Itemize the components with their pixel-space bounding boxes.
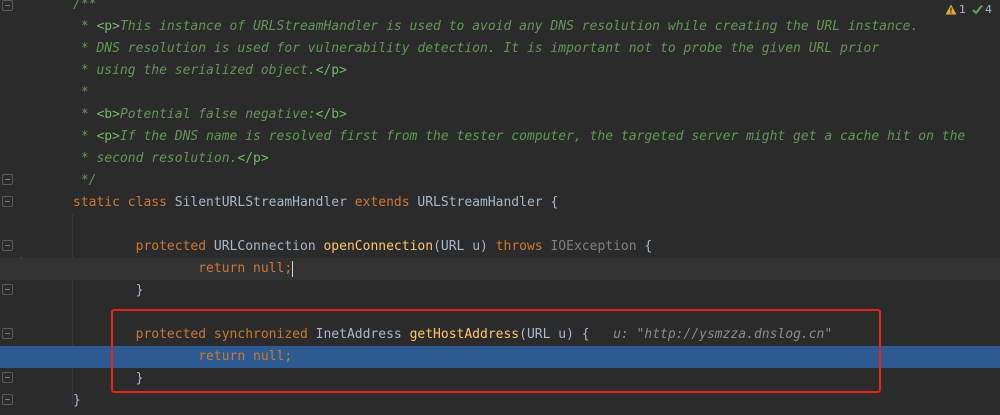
code-line[interactable]: * [0, 82, 1000, 104]
code-token: * [73, 107, 97, 122]
code-token: Potential false negative: [119, 107, 316, 122]
code-text: */ [73, 170, 97, 192]
code-line[interactable]: * using the serialized object.</p> [0, 60, 1000, 82]
code-text: } [73, 390, 81, 412]
code-token: SilentURLStreamHandler [174, 195, 355, 210]
code-token: </p> [237, 151, 269, 166]
code-token: * [73, 19, 97, 34]
warning-triangle-icon [945, 4, 957, 14]
code-token: <b> [96, 107, 120, 122]
code-line[interactable]: } [0, 280, 1000, 302]
annotation-highlight-box [111, 309, 881, 393]
code-token: * [73, 129, 97, 144]
code-line[interactable]: * DNS resolution is used for vulnerabili… [0, 38, 1000, 60]
code-line[interactable]: static class SilentURLStreamHandler exte… [0, 192, 1000, 214]
code-token: protected [135, 239, 214, 254]
code-token: */ [73, 173, 97, 188]
code-token: openConnection [323, 239, 434, 254]
code-token: (URL u) [433, 239, 496, 254]
text-caret [292, 260, 294, 277]
code-token: * DNS resolution is used for vulnerabili… [73, 41, 880, 56]
code-text: /** [73, 0, 96, 16]
code-line[interactable]: return null; [0, 258, 1000, 280]
checks-count: 4 [985, 2, 992, 16]
code-token: extends [354, 195, 418, 210]
code-token: * [73, 85, 89, 100]
code-line[interactable]: /** [0, 0, 1000, 16]
checks-indicator[interactable]: 4 [972, 3, 992, 16]
code-token: throws [495, 239, 551, 254]
code-token: /** [73, 0, 97, 12]
code-text: * <b>Potential false negative:</b> [73, 104, 347, 126]
code-token: static class [73, 195, 175, 210]
code-text: * <p>This instance of URLStreamHandler i… [73, 16, 918, 38]
code-line[interactable]: */ [0, 170, 1000, 192]
code-text: return null; [73, 258, 294, 280]
code-token: <p> [96, 19, 120, 34]
code-token: * using the serialized object. [73, 63, 316, 78]
code-text: * DNS resolution is used for vulnerabili… [73, 38, 879, 60]
code-token: { [636, 239, 653, 254]
inspection-status[interactable]: 1 4 [945, 2, 992, 16]
code-text: } [73, 280, 144, 302]
code-text: * [73, 82, 89, 104]
code-token: IOException [550, 239, 637, 254]
code-line[interactable]: * <p>This instance of URLStreamHandler i… [0, 16, 1000, 38]
code-line[interactable]: protected URLConnection openConnection(U… [0, 236, 1000, 258]
code-token: URLStreamHandler { [417, 195, 559, 210]
check-icon [972, 4, 983, 14]
code-token: return null; [198, 261, 293, 276]
code-line[interactable]: * second resolution.</p> [0, 148, 1000, 170]
code-token: If the DNS name is resolved first from t… [119, 129, 966, 144]
code-line[interactable]: * <b>Potential false negative:</b> [0, 104, 1000, 126]
code-editor[interactable]: /** * <p>This instance of URLStreamHandl… [0, 0, 1000, 415]
code-token: } [73, 393, 81, 408]
code-token: </p> [315, 63, 347, 78]
code-text: protected URLConnection openConnection(U… [73, 236, 653, 258]
code-line[interactable]: } [0, 390, 1000, 412]
code-line[interactable] [0, 214, 1000, 236]
code-token: </b> [315, 107, 347, 122]
code-text: * <p>If the DNS name is resolved first f… [73, 126, 965, 148]
code-text: static class SilentURLStreamHandler exte… [73, 192, 558, 214]
code-token: } [73, 283, 144, 298]
warnings-count: 1 [959, 2, 966, 16]
code-token: <p> [96, 129, 120, 144]
code-token: This instance of URLStreamHandler is use… [119, 19, 919, 34]
code-text: * second resolution.</p> [73, 148, 269, 170]
code-line[interactable]: * <p>If the DNS name is resolved first f… [0, 126, 1000, 148]
code-text: * using the serialized object.</p> [73, 60, 347, 82]
code-token: URLConnection [213, 239, 324, 254]
warnings-indicator[interactable]: 1 [945, 3, 966, 16]
code-token: * second resolution. [73, 151, 238, 166]
